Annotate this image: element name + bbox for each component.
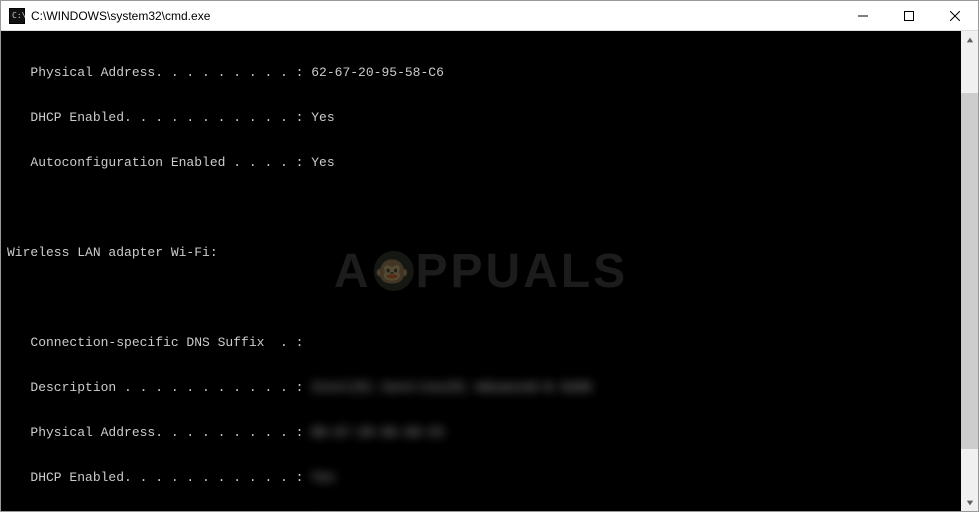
line-physical-address: Physical Address. . . . . . . . . : 62-6… <box>7 65 961 80</box>
line-wifi-dhcp: DHCP Enabled. . . . . . . . . . . : Yes <box>7 470 961 485</box>
adapter-header: Wireless LAN adapter Wi-Fi: <box>7 245 961 260</box>
scrollbar-track[interactable] <box>961 48 978 494</box>
window-title: C:\WINDOWS\system32\cmd.exe <box>31 9 840 23</box>
scrollbar-up-button[interactable] <box>961 31 978 48</box>
svg-text:C:\: C:\ <box>12 11 25 20</box>
line-dhcp-enabled: DHCP Enabled. . . . . . . . . . . : Yes <box>7 110 961 125</box>
line-description: Description . . . . . . . . . . . : Inte… <box>7 380 961 395</box>
maximize-button[interactable] <box>886 1 932 30</box>
blank-line <box>7 290 961 305</box>
watermark-text-a: A <box>334 264 372 279</box>
window-controls <box>840 1 978 30</box>
close-button[interactable] <box>932 1 978 30</box>
titlebar: C:\ C:\WINDOWS\system32\cmd.exe <box>1 1 978 31</box>
scrollbar-thumb[interactable] <box>961 93 978 450</box>
minimize-button[interactable] <box>840 1 886 30</box>
watermark-text-b: PPUALS <box>415 264 628 279</box>
line-dns-suffix: Connection-specific DNS Suffix . : <box>7 335 961 350</box>
terminal-area: Physical Address. . . . . . . . . : 62-6… <box>1 31 978 511</box>
scrollbar-down-button[interactable] <box>961 494 978 511</box>
line-wifi-physical-address: Physical Address. . . . . . . . . : 00-6… <box>7 425 961 440</box>
cmd-icon: C:\ <box>9 8 25 24</box>
scrollbar[interactable] <box>961 31 978 511</box>
blank-line <box>7 200 961 215</box>
line-autoconfig: Autoconfiguration Enabled . . . . : Yes <box>7 155 961 170</box>
terminal-output[interactable]: Physical Address. . . . . . . . . : 62-6… <box>1 31 961 511</box>
